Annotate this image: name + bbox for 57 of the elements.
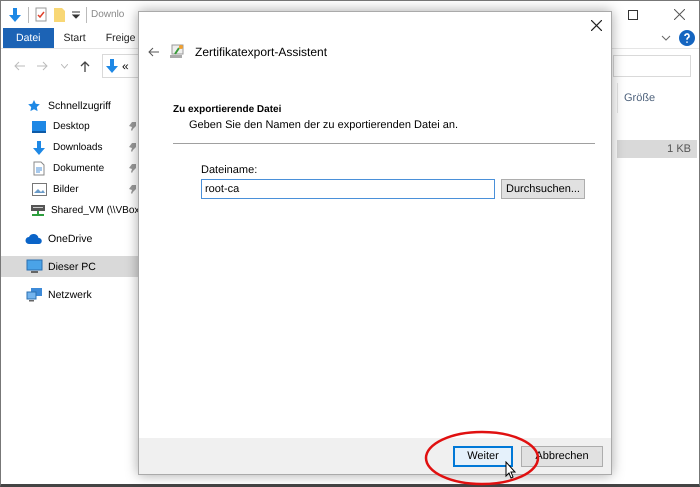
network-drive-icon bbox=[30, 203, 46, 218]
close-icon bbox=[590, 20, 602, 30]
sidebar-item[interactable]: Netzwerk bbox=[1, 284, 141, 305]
search-field[interactable] bbox=[613, 55, 691, 77]
file-size-cell[interactable]: 1 KB bbox=[617, 140, 697, 158]
ribbon-tab[interactable]: Freige bbox=[96, 28, 146, 48]
sidebar-item[interactable]: Downloads bbox=[1, 137, 141, 158]
wizard-button[interactable]: Weiter bbox=[453, 446, 513, 466]
download-icon[interactable] bbox=[8, 6, 22, 22]
picture-icon bbox=[32, 183, 46, 196]
sidebar-label: Bilder bbox=[53, 184, 80, 195]
filename-field[interactable]: root-ca bbox=[201, 179, 495, 199]
section-description: Geben Sie den Namen der zu exportierenden Datei an. bbox=[188, 119, 460, 131]
download-icon bbox=[105, 58, 119, 74]
checklist-icon[interactable] bbox=[35, 7, 47, 22]
sidebar-item[interactable]: Schnellzugriff bbox=[1, 95, 141, 116]
dropdown-icon[interactable] bbox=[72, 10, 80, 18]
section-heading: Zu exportierende Datei bbox=[173, 104, 282, 115]
sidebar-item[interactable]: Dieser PC bbox=[1, 256, 141, 277]
dialog-title: Zertifikatexport-Assistent bbox=[195, 45, 328, 59]
close-icon bbox=[674, 9, 684, 20]
maximize-icon bbox=[628, 10, 638, 20]
computer-icon bbox=[26, 259, 42, 274]
star-icon bbox=[27, 98, 41, 112]
back-button[interactable] bbox=[147, 47, 159, 57]
sidebar-label: Schnellzugriff bbox=[48, 100, 112, 112]
sidebar-label: OneDrive bbox=[48, 232, 94, 244]
sidebar-label: Shared_VM (\\VBox bbox=[51, 205, 140, 216]
sidebar-item[interactable]: Shared_VM (\\VBox bbox=[1, 200, 141, 221]
browse-button[interactable]: Durchsuchen... bbox=[501, 179, 585, 199]
ribbon-tab[interactable]: Start bbox=[54, 28, 96, 48]
pin-icon bbox=[129, 185, 137, 194]
cloud-icon bbox=[25, 232, 43, 244]
help-icon[interactable] bbox=[679, 30, 695, 46]
pin-icon bbox=[129, 164, 137, 173]
download-icon bbox=[31, 140, 47, 156]
sidebar-item[interactable]: Bilder bbox=[1, 179, 141, 200]
pin-icon bbox=[129, 143, 137, 152]
sidebar-label: Downloads bbox=[53, 142, 104, 153]
certificate-icon bbox=[169, 44, 185, 60]
network-icon bbox=[26, 287, 42, 302]
chevron-icon[interactable] bbox=[661, 35, 671, 41]
sidebar-item[interactable]: Desktop bbox=[1, 116, 141, 137]
sidebar-item[interactable]: OneDrive bbox=[1, 228, 141, 249]
sidebar-label: Netzwerk bbox=[48, 288, 93, 300]
ribbon-tab[interactable]: Datei bbox=[3, 28, 54, 48]
window-title: Downlo bbox=[91, 9, 124, 20]
sidebar-item[interactable]: Dokumente bbox=[1, 158, 141, 179]
document-icon bbox=[33, 161, 45, 176]
pin-icon bbox=[129, 122, 137, 131]
sidebar-label: Desktop bbox=[53, 121, 91, 132]
sidebar-label: Dokumente bbox=[53, 163, 106, 174]
column-header[interactable]: Größe bbox=[617, 83, 699, 113]
monitor-icon bbox=[31, 120, 47, 134]
up-button[interactable] bbox=[80, 60, 90, 72]
sidebar-label: Dieser PC bbox=[48, 260, 97, 272]
field-label: Dateiname: bbox=[201, 164, 258, 176]
